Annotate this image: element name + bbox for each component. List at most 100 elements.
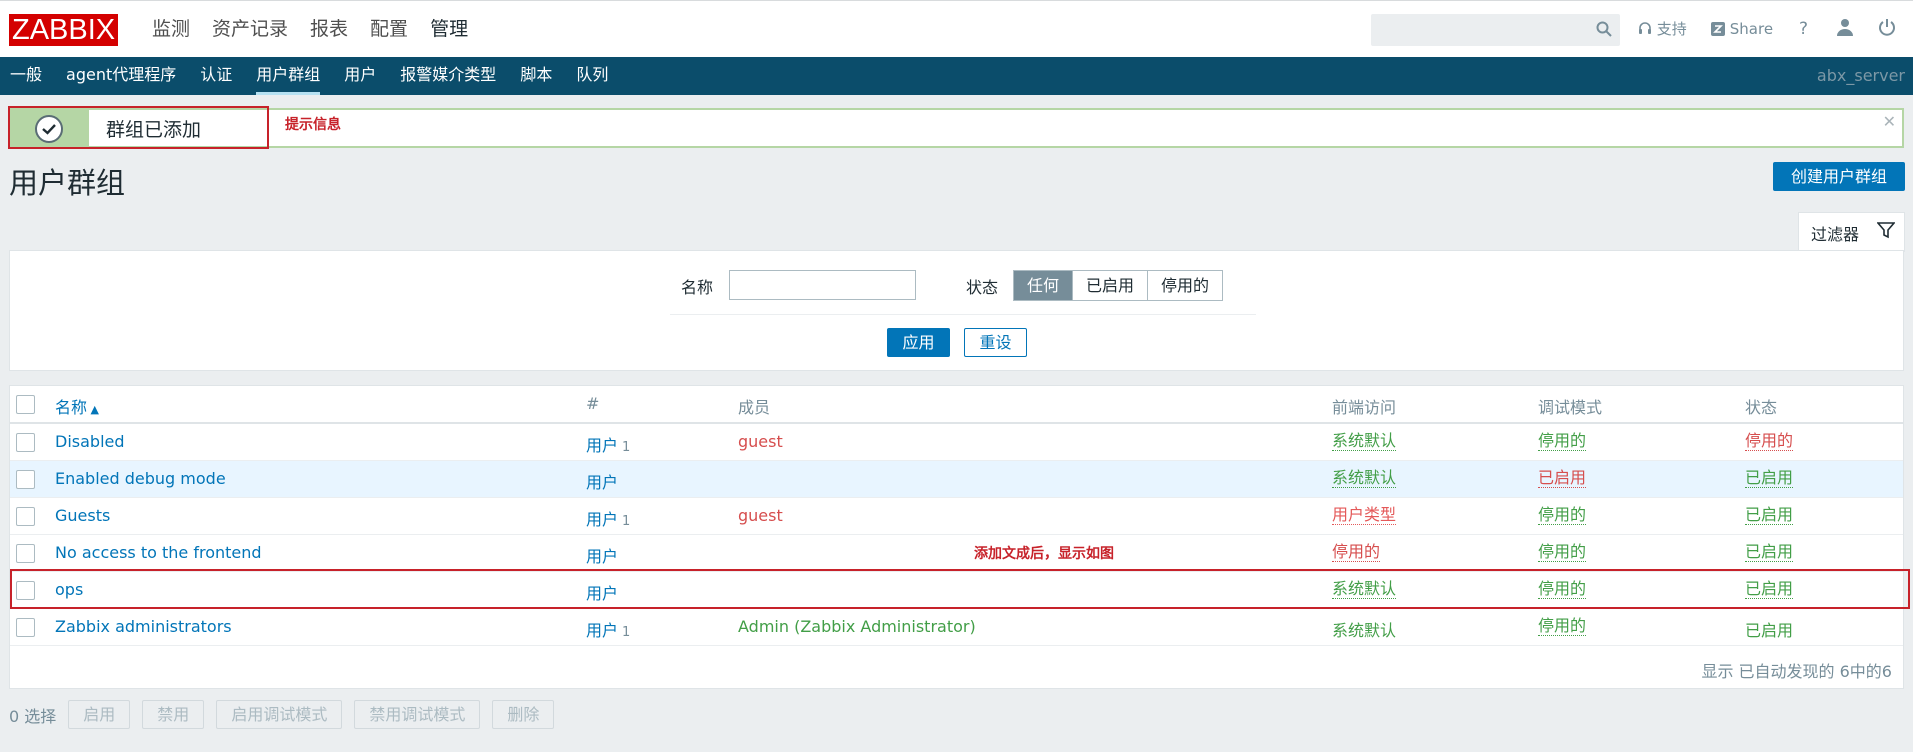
top-header: ZABBIX 监测 资产记录 报表 配置 管理 支持 Share ? [0, 0, 1913, 57]
row-checkbox[interactable] [16, 433, 35, 452]
row-checkbox[interactable] [16, 618, 35, 637]
apply-button[interactable]: 应用 [887, 328, 950, 357]
reset-button[interactable]: 重设 [964, 328, 1027, 357]
mass-actions: 0 选择 启用 禁用 启用调试模式 禁用调试模式 删除 [9, 700, 566, 729]
user-profile-icon[interactable] [1835, 17, 1859, 41]
subnav-media-types[interactable]: 报警媒介类型 [400, 57, 496, 95]
subnav-users[interactable]: 用户 [344, 57, 376, 95]
help-icon[interactable]: ? [1799, 18, 1808, 40]
users-count: 用户 1 [586, 432, 630, 456]
annotation-box-new-row [10, 569, 1910, 609]
disable-debug-button[interactable]: 禁用调试模式 [354, 700, 481, 729]
status-toggle[interactable]: 停用的 [1745, 432, 1794, 451]
users-count: 用户 [586, 543, 622, 567]
subnav-authentication[interactable]: 认证 [200, 57, 232, 95]
subnav-scripts[interactable]: 脚本 [520, 57, 552, 95]
menu-monitoring[interactable]: 监测 [152, 1, 190, 58]
name-filter-input[interactable] [729, 270, 916, 300]
sort-asc-icon: ▲ [87, 403, 99, 416]
group-name-link[interactable]: Guests [55, 506, 110, 525]
debug-mode-toggle[interactable]: 已启用 [1538, 469, 1587, 488]
select-all-checkbox[interactable] [16, 395, 35, 414]
filter-divider [670, 314, 1256, 315]
search-input[interactable] [1371, 14, 1620, 46]
annotation-message-note: 提示信息 [285, 117, 341, 133]
subnav-queue[interactable]: 队列 [576, 57, 608, 95]
subnav-proxies[interactable]: agent代理程序 [66, 57, 176, 95]
filter-tab-label: 过滤器 [1811, 225, 1860, 244]
status-toggle[interactable]: 已启用 [1745, 469, 1794, 488]
table-footer-count: 显示 已自动发现的 6中的6 [1701, 662, 1892, 681]
debug-mode-toggle[interactable]: 停用的 [1538, 543, 1587, 562]
status-filter-label: 状态 [966, 278, 999, 297]
zabbix-logo[interactable]: ZABBIX [9, 14, 119, 46]
frontend-access-toggle[interactable]: 停用的 [1332, 543, 1381, 562]
group-name-link[interactable]: Zabbix administrators [55, 617, 232, 636]
member-link[interactable]: Admin (Zabbix Administrator) [738, 617, 976, 636]
member-link[interactable]: guest [738, 432, 783, 451]
row-checkbox[interactable] [16, 544, 35, 563]
table-row: Enabled debug mode 用户 系统默认 已启用 已启用 [10, 461, 1903, 498]
filter-panel: 名称 状态 任何 已启用 停用的 应用 重设 [9, 250, 1904, 371]
logout-icon[interactable] [1877, 17, 1901, 41]
status-filter-segment: 任何 已启用 停用的 [1013, 270, 1224, 301]
name-filter-label: 名称 [681, 278, 714, 297]
menu-administration[interactable]: 管理 [430, 1, 468, 58]
debug-column-header: 调试模式 [1538, 398, 1603, 417]
row-checkbox[interactable] [16, 507, 35, 526]
headset-icon [1639, 22, 1651, 34]
menu-inventory[interactable]: 资产记录 [212, 1, 288, 58]
filter-funnel-icon [1876, 221, 1896, 243]
debug-mode-toggle[interactable]: 停用的 [1538, 432, 1587, 451]
status-any-option[interactable]: 任何 [1014, 271, 1074, 300]
server-name: abx_server [1816, 66, 1905, 85]
users-link[interactable]: 用户 [586, 547, 618, 566]
status-disabled-option[interactable]: 停用的 [1148, 271, 1223, 300]
share-label: Share [1729, 20, 1774, 38]
create-user-group-button[interactable]: 创建用户群组 [1773, 162, 1905, 191]
delete-button[interactable]: 删除 [492, 700, 555, 729]
frontend-access-toggle[interactable]: 系统默认 [1332, 469, 1397, 488]
debug-mode-toggle[interactable]: 停用的 [1538, 506, 1587, 525]
name-column-header[interactable]: 名称 ▲ [55, 394, 99, 418]
group-name-link[interactable]: Disabled [55, 432, 125, 451]
subnav-user-groups[interactable]: 用户群组 [256, 57, 321, 95]
subnav-general[interactable]: 一般 [10, 57, 42, 95]
debug-mode-toggle[interactable]: 停用的 [1538, 617, 1587, 636]
users-link[interactable]: 用户 [586, 473, 618, 492]
users-link[interactable]: 用户 [586, 510, 618, 529]
frontend-access-toggle[interactable]: 用户类型 [1332, 506, 1397, 525]
search-icon[interactable] [1596, 21, 1612, 41]
frontend-access-value: 系统默认 [1332, 621, 1397, 640]
support-link[interactable]: 支持 [1638, 18, 1687, 40]
share-link[interactable]: Share [1711, 18, 1773, 40]
filter-tab[interactable]: 过滤器 [1798, 212, 1905, 252]
table-row: Disabled 用户 1 guest 系统默认 停用的 停用的 [10, 424, 1903, 461]
menu-reports[interactable]: 报表 [310, 1, 348, 58]
annotation-row-note: 添加文成后，显示如图 [974, 546, 1114, 562]
status-enabled-option[interactable]: 已启用 [1073, 271, 1149, 300]
member-link[interactable]: guest [738, 506, 783, 525]
group-name-link[interactable]: No access to the frontend [55, 543, 262, 562]
row-checkbox[interactable] [16, 470, 35, 489]
users-count-value: 1 [622, 625, 631, 640]
enable-button[interactable]: 启用 [68, 700, 131, 729]
users-count: 用户 1 [586, 617, 630, 641]
table-row: Zabbix administrators 用户 1 Admin (Zabbix … [10, 609, 1903, 646]
status-column-header: 状态 [1745, 398, 1778, 417]
group-name-link[interactable]: Enabled debug mode [55, 469, 226, 488]
status-toggle[interactable]: 已启用 [1745, 543, 1794, 562]
enable-debug-button[interactable]: 启用调试模式 [216, 700, 343, 729]
table-row: Guests 用户 1 guest 用户类型 停用的 已启用 [10, 498, 1903, 535]
close-icon[interactable]: ✕ [1883, 112, 1896, 131]
frontend-access-toggle[interactable]: 系统默认 [1332, 432, 1397, 451]
disable-button[interactable]: 禁用 [142, 700, 205, 729]
page-title: 用户群组 [9, 166, 126, 200]
users-count: 用户 [586, 469, 622, 493]
users-count-value: 1 [622, 440, 631, 455]
status-toggle[interactable]: 已启用 [1745, 506, 1794, 525]
menu-configuration[interactable]: 配置 [370, 1, 408, 58]
users-link[interactable]: 用户 [586, 436, 618, 455]
frontend-column-header: 前端访问 [1332, 398, 1397, 417]
users-link[interactable]: 用户 [586, 621, 618, 640]
